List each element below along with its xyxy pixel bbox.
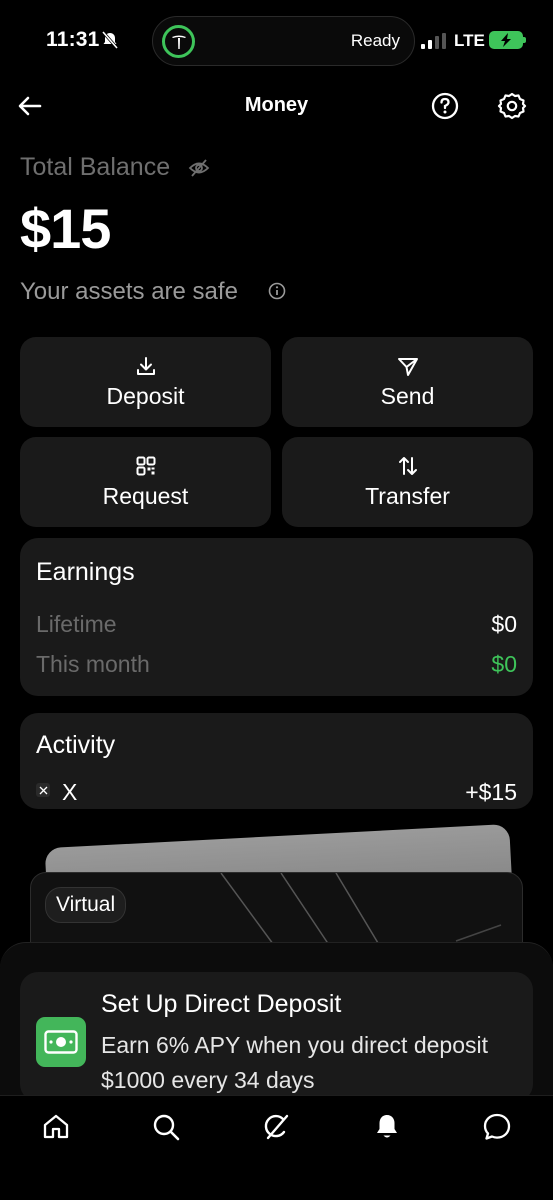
- direct-deposit-subtitle: Earn 6% APY when you direct deposit $100…: [101, 1032, 488, 1093]
- status-bar: 11:31 Ready LTE: [0, 0, 553, 80]
- x-logo-icon: [36, 783, 50, 797]
- earnings-title: Earnings: [36, 558, 135, 586]
- help-circle-icon[interactable]: [430, 91, 460, 121]
- search-icon[interactable]: [151, 1112, 181, 1142]
- direct-deposit-card[interactable]: Set Up Direct Deposit Earn 6% APY when y…: [20, 972, 533, 1102]
- tesla-logo-icon: [162, 25, 195, 58]
- activity-card[interactable]: Activity X +$15: [20, 713, 533, 809]
- virtual-badge: Virtual: [45, 887, 127, 923]
- deposit-label: Deposit: [106, 382, 185, 409]
- deposit-button[interactable]: Deposit: [20, 337, 271, 427]
- qr-code-icon: [136, 456, 155, 475]
- swap-arrows-icon: [398, 456, 417, 475]
- battery-tip: [523, 37, 526, 43]
- home-icon[interactable]: [41, 1112, 71, 1142]
- top-bar: Money: [0, 84, 553, 128]
- dynamic-island[interactable]: Ready: [152, 16, 415, 66]
- direct-deposit-title: Set Up Direct Deposit: [101, 990, 342, 1018]
- live-activity-status: Ready: [350, 31, 400, 50]
- lifetime-value: $0: [491, 611, 517, 637]
- grok-icon[interactable]: [261, 1112, 291, 1142]
- total-balance-value: $15: [20, 197, 111, 260]
- signal-icon: [421, 33, 446, 49]
- status-time: 11:31: [46, 28, 100, 51]
- transfer-button[interactable]: Transfer: [282, 437, 533, 527]
- request-button[interactable]: Request: [20, 437, 271, 527]
- tab-bar: [0, 1095, 553, 1200]
- transfer-label: Transfer: [365, 482, 450, 509]
- cash-icon: [36, 1017, 86, 1067]
- bell-slash-icon: [101, 31, 119, 49]
- activity-title: Activity: [36, 731, 116, 759]
- earnings-card[interactable]: Earnings Lifetime $0 This month $0: [20, 538, 533, 696]
- send-button[interactable]: Send: [282, 337, 533, 427]
- messages-icon[interactable]: [482, 1112, 512, 1142]
- this-month-label: This month: [36, 651, 150, 677]
- gear-icon[interactable]: [497, 91, 527, 121]
- this-month-value: $0: [491, 651, 517, 677]
- info-icon[interactable]: [268, 282, 286, 300]
- lifetime-label: Lifetime: [36, 611, 117, 637]
- battery-icon: [489, 31, 523, 49]
- activity-item-amount: +$15: [465, 779, 517, 805]
- eye-off-icon[interactable]: [188, 157, 210, 179]
- page-title: Money: [244, 94, 309, 116]
- activity-item-name[interactable]: X: [62, 779, 77, 806]
- download-icon: [136, 356, 155, 375]
- send-label: Send: [380, 382, 435, 409]
- network-type: LTE: [454, 31, 485, 50]
- send-icon: [397, 357, 418, 376]
- assets-safe-note: Your assets are safe: [20, 278, 238, 305]
- request-label: Request: [102, 482, 189, 509]
- notifications-icon[interactable]: [372, 1112, 402, 1142]
- total-balance-label: Total Balance: [20, 153, 171, 181]
